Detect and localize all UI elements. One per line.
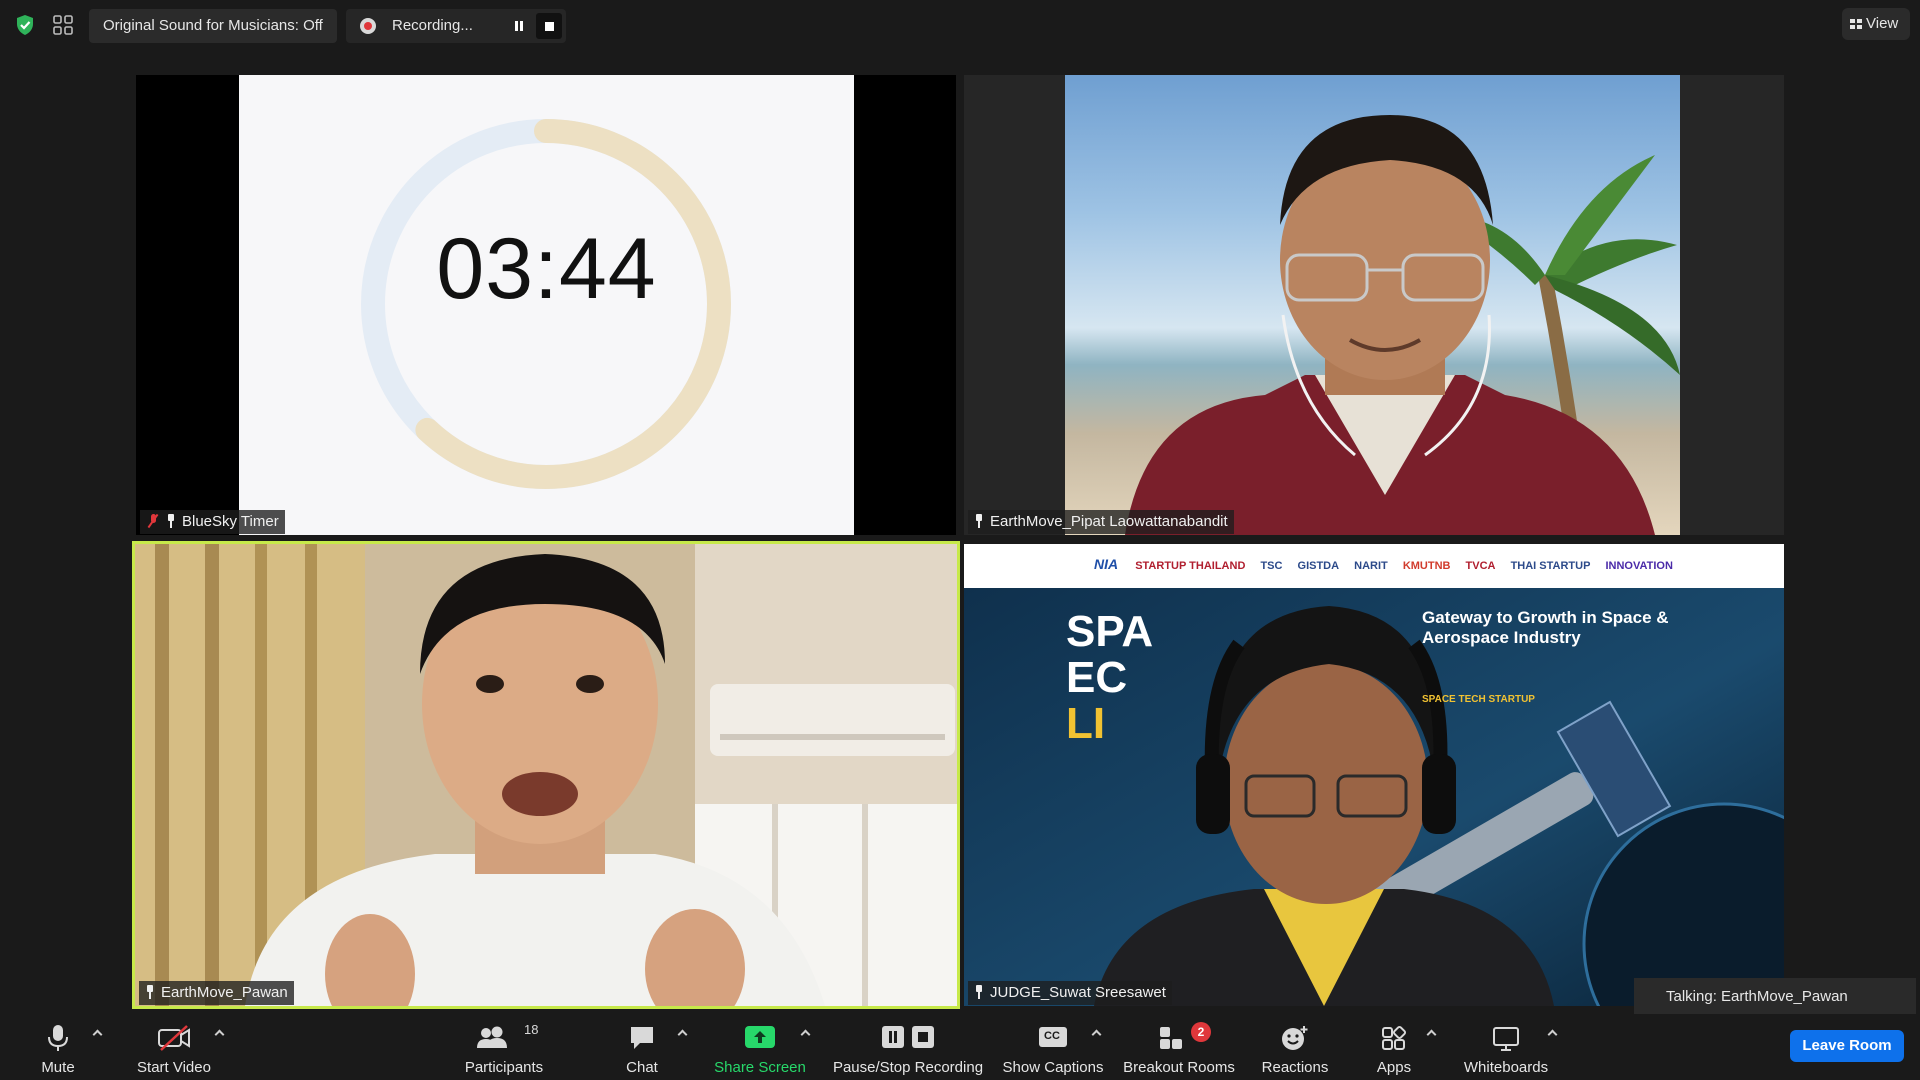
reactions-button[interactable]: Reactions	[1254, 1014, 1336, 1080]
sponsor-logo: STARTUP THAILAND	[1135, 560, 1246, 572]
timer-countdown: 03:44	[436, 221, 657, 317]
show-captions-label: Show Captions	[1002, 1059, 1104, 1076]
banner-big-letters-1: SPA	[1066, 607, 1154, 656]
chat-options-chevron-icon[interactable]	[677, 1028, 687, 1038]
pin-icon	[974, 985, 984, 999]
closed-captions-icon-text: CC	[1044, 1030, 1060, 1042]
recording-label: Recording...	[392, 17, 473, 34]
share-screen-icon	[745, 1026, 775, 1048]
start-video-label: Start Video	[137, 1059, 211, 1076]
sponsor-logo: NIA	[1094, 556, 1119, 572]
participants-button[interactable]: 18 Participants	[458, 1014, 550, 1080]
video-tile-suwat[interactable]: NIA STARTUP THAILAND TSC GISTDA NARIT KM…	[964, 544, 1784, 1006]
participant-name-tag: JUDGE_Suwat Sreesawet	[968, 981, 1172, 1005]
participants-count: 18	[524, 1022, 539, 1037]
pause-stop-recording-label: Pause/Stop Recording	[832, 1059, 984, 1076]
participants-label: Participants	[464, 1059, 544, 1076]
participant-video	[1065, 75, 1680, 535]
whiteboards-options-chevron-icon[interactable]	[1547, 1028, 1557, 1038]
pin-icon	[974, 514, 984, 528]
recording-status: Recording...	[346, 9, 566, 43]
recording-dot-icon	[360, 18, 376, 34]
sponsor-logos: NIA STARTUP THAILAND TSC GISTDA NARIT KM…	[1094, 556, 1673, 572]
video-tile-pipat[interactable]: EarthMove_Pipat Laowattanabandit	[964, 75, 1784, 535]
apps-label: Apps	[1376, 1059, 1412, 1076]
sponsor-logo: NARIT	[1354, 560, 1388, 572]
banner-big-letters-2: EC	[1066, 653, 1128, 702]
sponsor-logo: TVCA	[1465, 560, 1496, 572]
participant-name: EarthMove_Pipat Laowattanabandit	[990, 513, 1228, 530]
leave-room-button[interactable]: Leave Room	[1790, 1030, 1904, 1062]
participant-name-tag: EarthMove_Pipat Laowattanabandit	[968, 510, 1234, 534]
participant-name-tag: BlueSky Timer	[140, 510, 285, 534]
sponsor-logo: INNOVATION	[1605, 560, 1673, 572]
chat-button[interactable]: Chat	[614, 1014, 670, 1080]
meeting-info-grid-icon[interactable]	[52, 14, 74, 36]
show-captions-button[interactable]: CC Show Captions	[1000, 1014, 1106, 1080]
sponsor-logo: KMUTNB	[1402, 560, 1451, 572]
banner-tagline: SPACE TECH STARTUP	[1422, 694, 1535, 705]
captions-options-chevron-icon[interactable]	[1091, 1028, 1101, 1038]
timer-display: 03:44	[239, 75, 854, 535]
sponsor-logo: THAI STARTUP	[1510, 560, 1591, 572]
video-tile-pawan-active-speaker[interactable]: EarthMove_Pawan	[132, 541, 960, 1009]
participant-name: BlueSky Timer	[182, 513, 279, 530]
sponsor-logo: TSC	[1260, 560, 1283, 572]
banner-big-letters-3: LI	[1066, 699, 1106, 748]
breakout-rooms-badge: 2	[1191, 1022, 1211, 1042]
stop-recording-button[interactable]	[536, 13, 562, 39]
video-options-chevron-icon[interactable]	[214, 1028, 224, 1038]
video-frame-illustration	[135, 544, 957, 1006]
microphone-icon	[48, 1025, 68, 1051]
apps-icon	[1382, 1025, 1407, 1050]
participant-name: JUDGE_Suwat Sreesawet	[990, 984, 1166, 1001]
breakout-rooms-icon	[1160, 1027, 1182, 1049]
video-tile-timer[interactable]: 03:44 BlueSky Timer	[136, 75, 956, 535]
breakout-rooms-label: Breakout Rooms	[1123, 1059, 1235, 1076]
zoom-meeting-window: Original Sound for Musicians: Off Record…	[0, 0, 1920, 1080]
pin-icon	[145, 985, 155, 999]
mute-label: Mute	[41, 1059, 75, 1076]
pause-stop-recording-button[interactable]: Pause/Stop Recording	[828, 1014, 988, 1080]
share-screen-button[interactable]: Share Screen	[712, 1014, 808, 1080]
pin-icon	[166, 514, 176, 528]
sponsor-logo: GISTDA	[1297, 560, 1340, 572]
reactions-label: Reactions	[1261, 1059, 1329, 1076]
view-button[interactable]: View	[1842, 8, 1910, 40]
breakout-rooms-button[interactable]: 2 Breakout Rooms	[1118, 1014, 1240, 1080]
whiteboards-button[interactable]: Whiteboards	[1456, 1014, 1556, 1080]
meeting-toolbar: Mute Start Video 18 Participants Chat Sh…	[0, 1014, 1920, 1080]
pause-recording-button[interactable]	[506, 13, 532, 39]
chat-label: Chat	[626, 1059, 658, 1076]
view-label: View	[1866, 15, 1899, 32]
chat-bubble-icon	[631, 1027, 653, 1049]
start-video-button[interactable]: Start Video	[128, 1014, 220, 1080]
top-bar: Original Sound for Musicians: Off Record…	[0, 0, 1920, 50]
talking-indicator: Talking: EarthMove_Pawan	[1634, 978, 1916, 1016]
mic-muted-icon	[148, 514, 158, 528]
apps-options-chevron-icon[interactable]	[1426, 1028, 1436, 1038]
shield-security-icon[interactable]	[14, 14, 36, 36]
participants-icon	[477, 1026, 507, 1048]
pause-stop-recording-icon	[882, 1026, 934, 1048]
video-frame-illustration	[1125, 115, 1680, 535]
participant-name-tag: EarthMove_Pawan	[139, 981, 294, 1005]
apps-button[interactable]: Apps	[1366, 1014, 1422, 1080]
whiteboard-icon	[1493, 1027, 1519, 1051]
participant-name: EarthMove_Pawan	[161, 984, 288, 1001]
mute-button[interactable]: Mute	[30, 1014, 86, 1080]
banner-headline: Gateway to Growth in Space & Aerospace I…	[1422, 608, 1669, 647]
share-options-chevron-icon[interactable]	[800, 1028, 810, 1038]
video-off-icon	[158, 1025, 190, 1051]
banner-big-letters: SPA EC LI	[1066, 609, 1153, 747]
audio-options-chevron-icon[interactable]	[92, 1028, 102, 1038]
grid-icon	[1850, 19, 1862, 29]
share-screen-label: Share Screen	[714, 1059, 806, 1076]
original-sound-toggle[interactable]: Original Sound for Musicians: Off	[89, 9, 337, 43]
whiteboards-label: Whiteboards	[1463, 1059, 1549, 1076]
smiley-plus-icon	[1282, 1026, 1308, 1050]
